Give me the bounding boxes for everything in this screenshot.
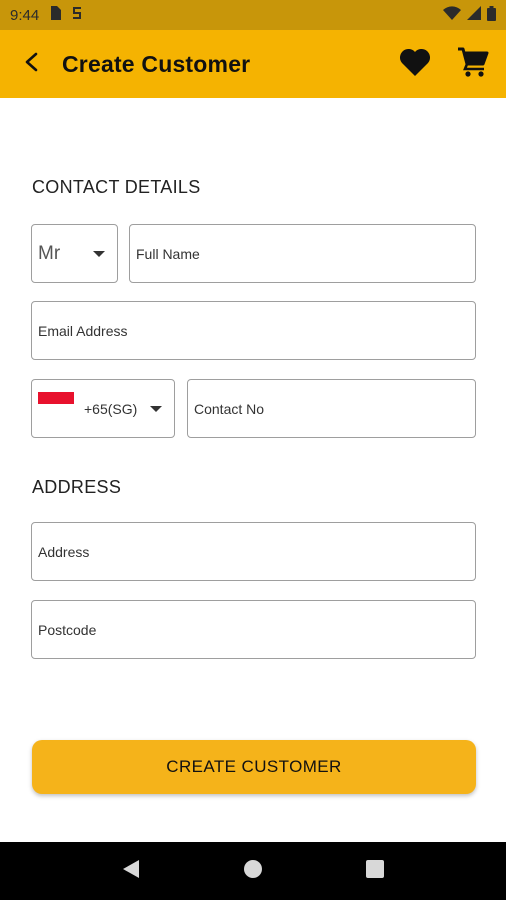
nav-back-button[interactable] (111, 851, 151, 891)
back-arrow-icon (23, 52, 41, 77)
sim-card-icon (49, 6, 62, 24)
salutation-select[interactable]: Mr (31, 224, 118, 283)
nav-home-icon (243, 859, 263, 884)
signal-icon (467, 6, 481, 24)
full-name-field[interactable] (129, 224, 476, 283)
country-code-value: +65(SG) (84, 400, 138, 417)
battery-icon (487, 5, 496, 25)
contact-details-heading: CONTACT DETAILS (32, 177, 201, 197)
wifi-icon (443, 6, 461, 24)
chevron-down-icon (150, 405, 162, 412)
create-customer-button[interactable]: CREATE CUSTOMER (32, 740, 476, 794)
email-input[interactable] (38, 322, 469, 339)
nav-recents-button[interactable] (355, 851, 395, 891)
app-bar: Create Customer (0, 30, 506, 98)
contact-no-field[interactable] (187, 379, 476, 438)
app-bar-actions (398, 47, 490, 81)
postcode-field[interactable] (31, 600, 476, 659)
email-field[interactable] (31, 301, 476, 360)
page-title: Create Customer (62, 50, 251, 77)
heart-icon (399, 48, 431, 81)
contact-no-input[interactable] (194, 400, 469, 417)
address-input[interactable] (38, 543, 469, 560)
system-nav-bar (0, 842, 506, 900)
singapore-flag-icon (38, 391, 74, 416)
chevron-down-icon (93, 250, 105, 257)
storage-icon (71, 6, 83, 24)
status-right (443, 5, 496, 25)
back-button[interactable] (16, 48, 48, 80)
cart-icon (457, 47, 489, 82)
nav-back-icon (122, 859, 140, 884)
address-heading: ADDRESS (32, 477, 122, 497)
salutation-value: Mr (38, 242, 61, 264)
full-name-input[interactable] (136, 245, 469, 262)
nav-recents-icon (366, 859, 384, 883)
country-code-select[interactable]: +65(SG) (31, 379, 175, 438)
postcode-input[interactable] (38, 621, 469, 638)
create-customer-label: CREATE CUSTOMER (166, 757, 342, 776)
status-left: 9:44 (10, 6, 83, 24)
status-bar: 9:44 (0, 0, 506, 30)
status-time: 9:44 (10, 6, 40, 24)
favorites-button[interactable] (398, 47, 432, 81)
cart-button[interactable] (456, 47, 490, 81)
nav-home-button[interactable] (233, 851, 273, 891)
address-field[interactable] (31, 522, 476, 581)
